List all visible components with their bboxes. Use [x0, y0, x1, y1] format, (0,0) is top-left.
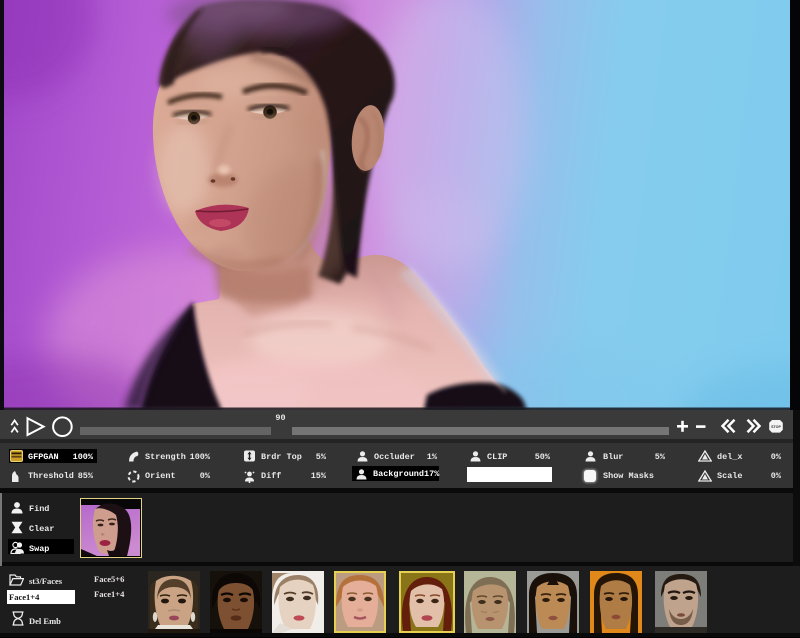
svg-text:STOP: STOP: [771, 425, 781, 429]
